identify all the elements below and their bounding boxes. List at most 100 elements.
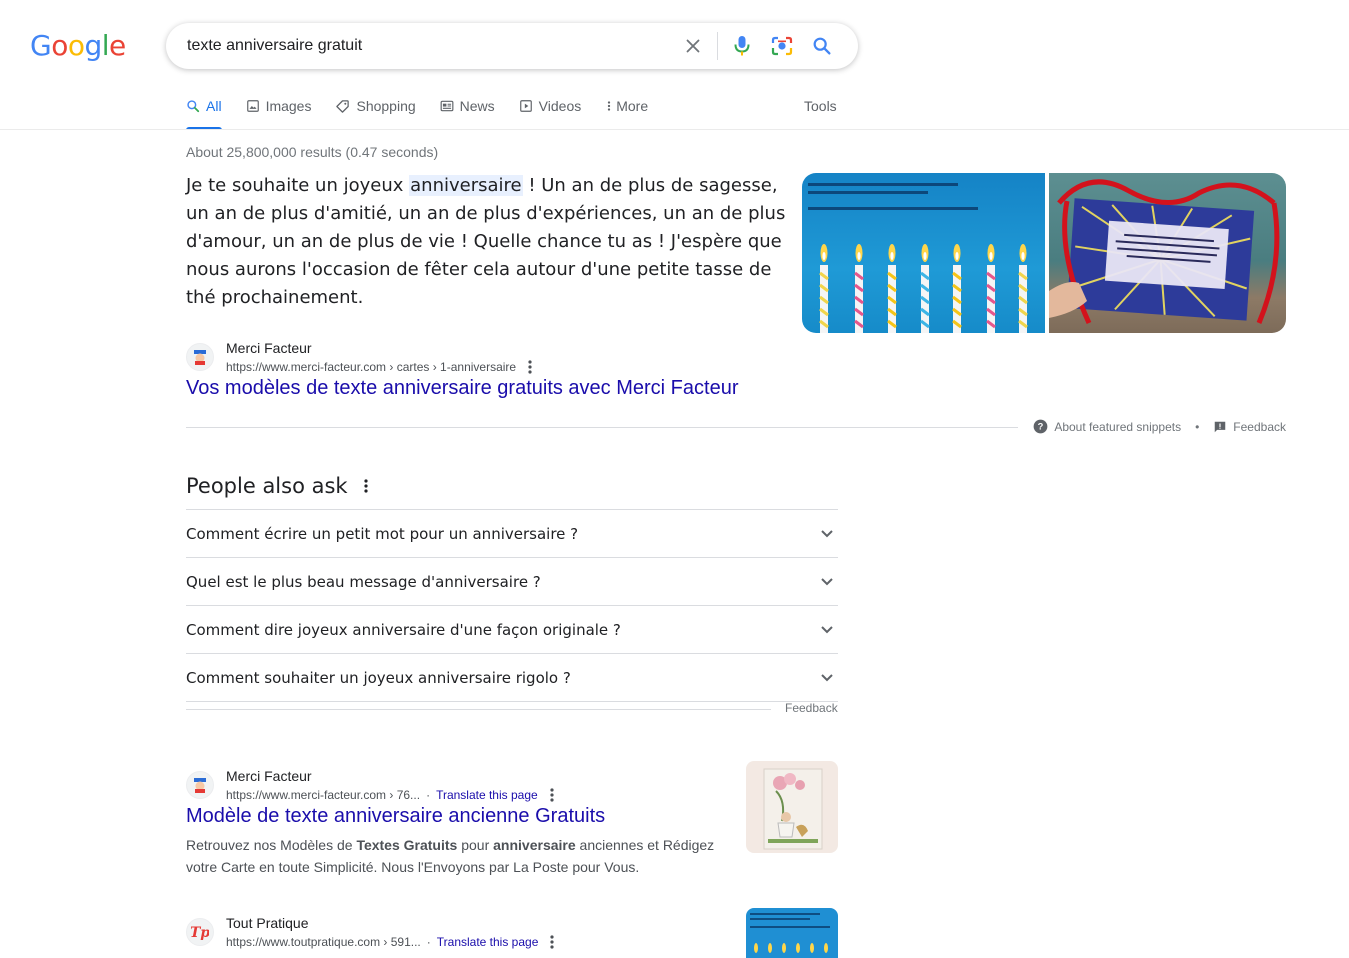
source-name: Tout Pratique: [226, 915, 309, 931]
candles-illustration: [808, 183, 1028, 333]
image-search-button[interactable]: [762, 23, 802, 69]
chevron-down-icon: [821, 529, 833, 537]
more-vert-icon: [550, 788, 554, 802]
tab-label: Videos: [538, 98, 582, 114]
paa-question-text: Quel est le plus beau message d'annivers…: [186, 572, 541, 591]
candles-image[interactable]: [802, 173, 1045, 333]
paa-question[interactable]: Quel est le plus beau message d'annivers…: [186, 558, 838, 606]
search-box[interactable]: texte anniversaire gratuit: [166, 23, 858, 69]
snippet-result-title[interactable]: Vos modèles de texte anniversaire gratui…: [186, 377, 738, 400]
desc-bold: Textes Gratuits: [356, 837, 458, 853]
tp-logo-icon: Tp: [191, 925, 209, 941]
people-also-ask-title: People also ask: [186, 474, 368, 498]
merci-facteur-favicon: [186, 771, 214, 799]
logo-letter: o: [67, 29, 85, 62]
tools-button[interactable]: Tools: [804, 98, 837, 114]
desc-bold: anniversaire: [493, 837, 576, 853]
url-separator: ·: [426, 788, 431, 802]
paa-question-text: Comment souhaiter un joyeux anniversaire…: [186, 668, 571, 687]
tab-images[interactable]: Images: [246, 90, 312, 130]
result-thumbnail[interactable]: [746, 761, 838, 853]
google-logo[interactable]: Google: [30, 29, 126, 62]
url-separator: ·: [426, 935, 431, 949]
more-vert-icon: [550, 935, 554, 949]
search-tabs: All Images Shopping News Videos More: [186, 90, 672, 130]
more-vert-icon: [363, 479, 368, 493]
paa-menu-button[interactable]: [363, 479, 368, 493]
logo-letter: g: [84, 29, 102, 62]
paa-question[interactable]: Comment écrire un petit mot pour un anni…: [186, 510, 838, 558]
header-divider: [0, 129, 1349, 130]
desc-text: Retrouvez nos Modèles de: [186, 837, 357, 853]
snippet-text-part: Je te souhaite un joyeux: [186, 175, 410, 196]
paa-heading: People also ask: [186, 474, 348, 498]
result-title[interactable]: Modèle de texte anniversaire ancienne Gr…: [186, 805, 605, 828]
logo-letter: o: [51, 29, 68, 62]
snippet-divider: [186, 427, 1018, 428]
snippet-highlight: anniversaire: [409, 175, 523, 196]
svg-text:Tp: Tp: [191, 925, 209, 941]
paa-question-text: Comment écrire un petit mot pour un anni…: [186, 524, 579, 543]
paa-question[interactable]: Comment dire joyeux anniversaire d'une f…: [186, 606, 838, 654]
help-icon: ?: [1033, 419, 1048, 434]
search-input[interactable]: texte anniversaire gratuit: [187, 37, 673, 55]
source-url: https://www.toutpratique.com › 591...: [226, 935, 421, 949]
close-icon: [686, 39, 700, 53]
result-menu-button[interactable]: [528, 360, 532, 374]
result-menu-button[interactable]: [550, 788, 554, 802]
tab-label: Images: [265, 98, 312, 114]
chevron-down-icon: [821, 625, 833, 633]
tab-more[interactable]: More: [605, 90, 648, 130]
search-submit-button[interactable]: [802, 23, 842, 69]
logo-letter: l: [101, 29, 110, 62]
tab-shopping[interactable]: Shopping: [335, 90, 416, 130]
camera-lens-icon: [771, 36, 793, 56]
source-url: https://www.merci-facteur.com › 76...: [226, 788, 421, 802]
clear-search-button[interactable]: [673, 23, 713, 69]
paa-feedback-link[interactable]: Feedback: [785, 701, 838, 715]
snippet-feedback-link[interactable]: Feedback: [1233, 420, 1286, 434]
search-icon: [813, 37, 831, 55]
voice-search-button[interactable]: [722, 23, 762, 69]
tout-pratique-favicon: Tp: [186, 918, 214, 946]
tab-videos[interactable]: Videos: [519, 90, 582, 130]
card-illustration: [1049, 179, 1280, 325]
image-icon: [246, 100, 259, 112]
result-menu-button[interactable]: [550, 935, 554, 949]
paa-question-text: Comment dire joyeux anniversaire d'une f…: [186, 620, 621, 639]
tab-label: Shopping: [356, 98, 416, 114]
merci-facteur-favicon: [186, 343, 214, 371]
tab-all[interactable]: All: [186, 90, 222, 130]
translate-link[interactable]: Translate this page: [436, 786, 538, 804]
logo-letter: e: [109, 29, 126, 62]
result-source[interactable]: Merci Facteur https://www.merci-facteur.…: [186, 766, 554, 804]
card-image[interactable]: [1049, 173, 1286, 333]
result-thumbnail[interactable]: [746, 908, 838, 958]
logo-letter: G: [30, 29, 52, 62]
postman-icon: [194, 778, 206, 793]
vintage-card-image: [763, 768, 823, 850]
microphone-icon: [734, 36, 750, 56]
paa-question[interactable]: Comment souhaiter un joyeux anniversaire…: [186, 654, 838, 702]
people-also-ask-list: Comment écrire un petit mot pour un anni…: [186, 509, 838, 702]
source-name: Merci Facteur: [226, 340, 312, 356]
tab-label: More: [616, 98, 649, 114]
play-icon: [519, 100, 532, 112]
translate-link[interactable]: Translate this page: [437, 933, 539, 951]
svg-text:?: ?: [1038, 422, 1044, 432]
result-source[interactable]: Tp Tout Pratique https://www.toutpratiqu…: [186, 913, 554, 951]
paa-feedback-divider: [186, 709, 771, 710]
snippet-source[interactable]: Merci Facteur https://www.merci-facteur.…: [186, 338, 532, 376]
snippet-footer: ? About featured snippets • Feedback: [1033, 419, 1286, 434]
tab-label: All: [206, 98, 222, 114]
postman-icon: [194, 350, 206, 365]
tab-label: News: [459, 98, 495, 114]
tab-news[interactable]: News: [440, 90, 495, 130]
source-url: https://www.merci-facteur.com › cartes ›…: [226, 360, 517, 374]
source-name: Merci Facteur: [226, 768, 312, 784]
chevron-down-icon: [821, 577, 833, 585]
result-description: Retrouvez nos Modèles de Textes Gratuits…: [186, 834, 726, 878]
news-icon: [440, 100, 454, 112]
search-icon: [187, 100, 200, 113]
about-featured-snippets-link[interactable]: About featured snippets: [1054, 420, 1181, 434]
